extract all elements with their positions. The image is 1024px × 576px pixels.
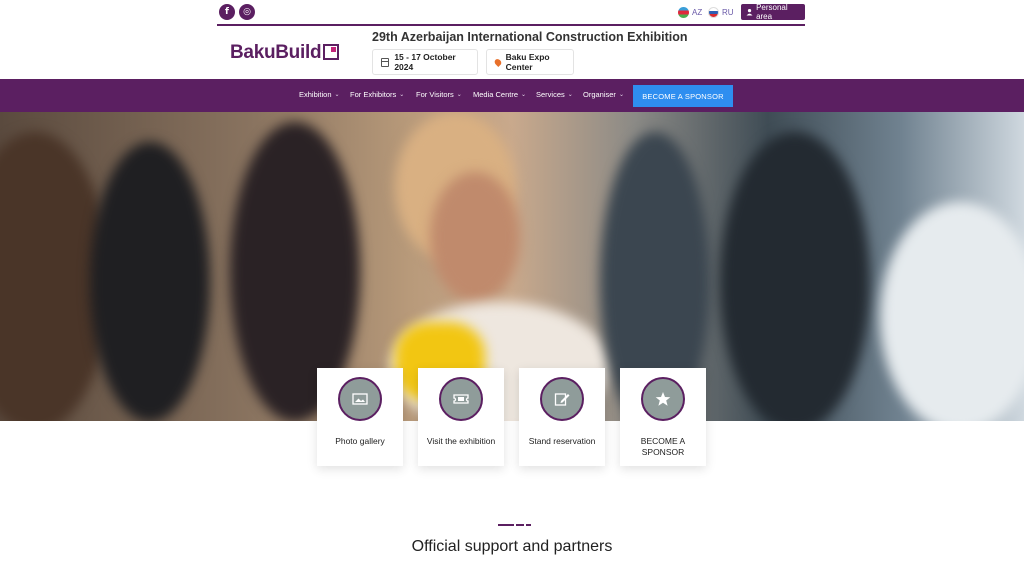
bakubuild-logo[interactable]: BakuBuild [230, 42, 340, 64]
nav-item-label: Services [536, 90, 565, 99]
become-sponsor-button[interactable]: BECOME A SPONSOR [633, 85, 733, 107]
card-label: BECOME A SPONSOR [640, 436, 686, 457]
ticket-icon [439, 377, 483, 421]
star-icon [641, 377, 685, 421]
language-ru[interactable]: RU [708, 7, 734, 18]
nav-item-for-visitors[interactable]: For Visitors ⌄ [416, 90, 462, 99]
photo-gallery-card[interactable]: Photo gallery [317, 368, 403, 466]
chevron-down-icon: ⌄ [334, 92, 340, 98]
facebook-icon[interactable]: f [219, 4, 235, 20]
exhibition-title: 29th Azerbaijan International Constructi… [372, 30, 688, 44]
russia-flag-icon [708, 7, 719, 18]
card-label: Visit the exhibition [426, 436, 496, 446]
section-divider [498, 524, 531, 527]
card-label: Stand reservation [528, 436, 596, 446]
nav-item-organiser[interactable]: Organiser ⌄ [583, 90, 624, 99]
nav-item-label: Exhibition [299, 90, 332, 99]
language-az[interactable]: AZ [678, 7, 702, 18]
nav-item-label: For Exhibitors [350, 90, 397, 99]
nav-item-media-centre[interactable]: Media Centre ⌄ [473, 90, 526, 99]
top-divider [217, 24, 805, 26]
calendar-icon [381, 57, 390, 67]
exhibition-dates-text: 15 - 17 October 2024 [394, 52, 456, 72]
top-bar: f ◎ AZ RU Personal area [217, 3, 805, 23]
exhibition-venue: Baku Expo Center [486, 49, 574, 75]
user-icon [746, 8, 753, 16]
nav-item-label: Organiser [583, 90, 616, 99]
chevron-down-icon: ⌄ [456, 92, 462, 98]
nav-item-for-exhibitors[interactable]: For Exhibitors ⌄ [350, 90, 404, 99]
personal-area-button[interactable]: Personal area [741, 3, 805, 21]
instagram-icon[interactable]: ◎ [239, 4, 255, 20]
nav-item-label: For Visitors [416, 90, 454, 99]
nav-item-label: Media Centre [473, 90, 519, 99]
partners-section-title: Official support and partners [411, 538, 613, 555]
nav-item-services[interactable]: Services ⌄ [536, 90, 573, 99]
image-icon [338, 377, 382, 421]
card-label: Photo gallery [335, 436, 385, 446]
personal-area-label: Personal area [756, 3, 788, 21]
edit-icon [540, 377, 584, 421]
exhibition-venue-text: Baku Expo Center [505, 52, 550, 72]
logo-mark-icon [323, 44, 340, 60]
hero-image [0, 112, 1024, 421]
azerbaijan-flag-icon [678, 7, 689, 18]
main-nav: Exhibition ⌄ For Exhibitors ⌄ For Visitors… [0, 79, 1024, 112]
chevron-down-icon: ⌄ [521, 92, 527, 98]
exhibition-dates: 15 - 17 October 2024 [372, 49, 478, 75]
chevron-down-icon: ⌄ [567, 92, 573, 98]
nav-item-exhibition[interactable]: Exhibition ⌄ [299, 90, 340, 99]
language-ru-label: RU [722, 8, 734, 17]
visit-exhibition-card[interactable]: Visit the exhibition [418, 368, 504, 466]
become-sponsor-card[interactable]: BECOME A SPONSOR [620, 368, 706, 466]
stand-reservation-card[interactable]: Stand reservation [519, 368, 605, 466]
chevron-down-icon: ⌄ [618, 92, 624, 98]
chevron-down-icon: ⌄ [399, 92, 405, 98]
logo-text: BakuBuild [230, 42, 322, 63]
language-az-label: AZ [692, 8, 703, 17]
location-pin-icon [493, 57, 503, 67]
